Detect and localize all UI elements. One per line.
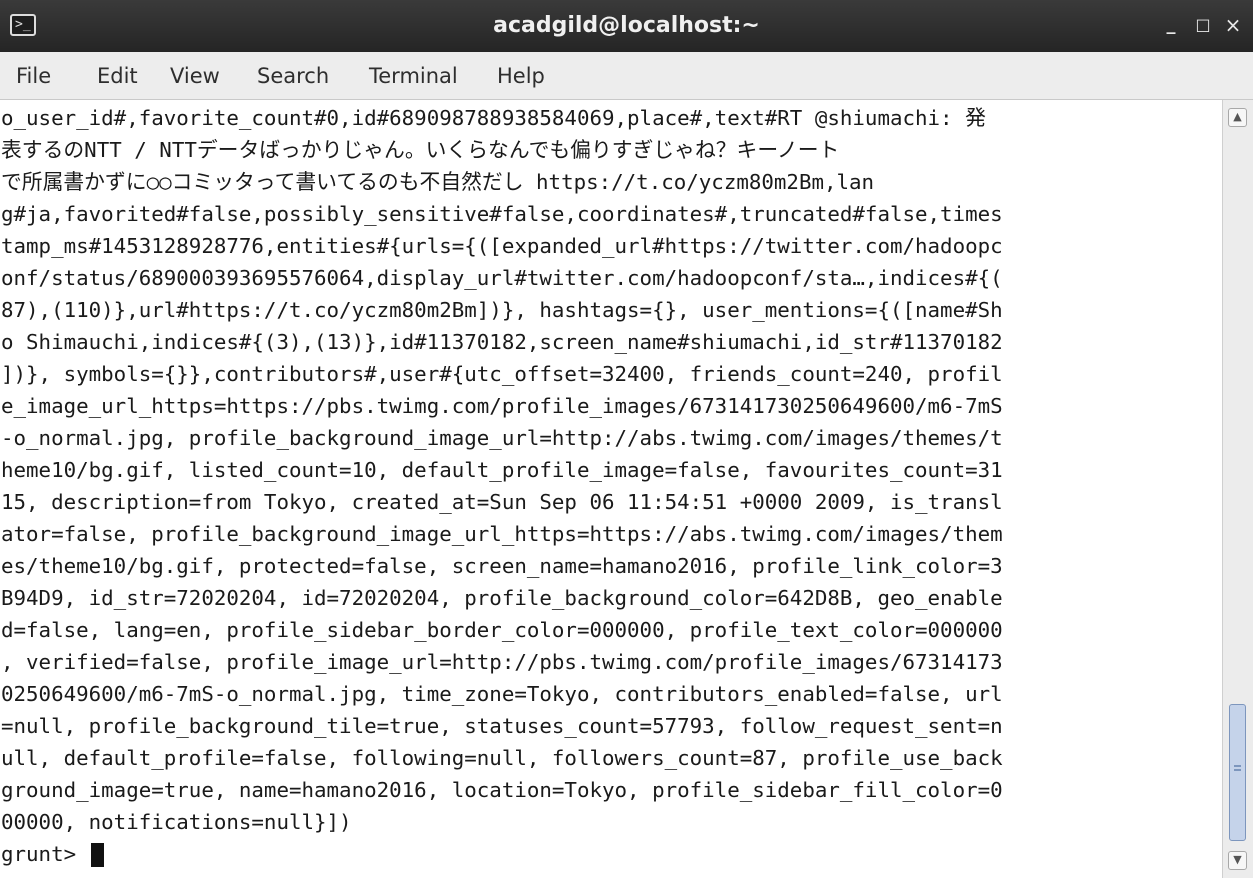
- output-line: ull, default_profile=false, following=nu…: [1, 746, 1003, 770]
- menu-search[interactable]: Search: [257, 52, 329, 100]
- output-line: 0250649600/m6-7mS-o_normal.jpg, time_zon…: [1, 682, 1003, 706]
- output-line: ator=false, profile_background_image_url…: [1, 522, 1003, 546]
- output-line: 15, description=from Tokyo, created_at=S…: [1, 490, 1003, 514]
- output-line: tamp_ms#1453128928776,entities#{urls={([…: [1, 234, 1003, 258]
- terminal-output[interactable]: o_user_id#,favorite_count#0,id#689098788…: [0, 100, 1220, 878]
- chevron-down-icon[interactable]: ▼: [1228, 851, 1247, 870]
- terminal-icon: >_: [10, 14, 36, 36]
- output-line: 表するのNTT / NTTデータばっかりじゃん。いくらなんでも偏りすぎじゃね？キ…: [1, 138, 840, 162]
- output-line: o Shimauchi,indices#{(3),(13)},id#113701…: [1, 330, 1003, 354]
- minimize-button[interactable]: _: [1156, 10, 1186, 40]
- text-cursor: [90, 843, 104, 867]
- output-line: o_user_id#,favorite_count#0,id#689098788…: [1, 106, 986, 130]
- output-line: -o_normal.jpg, profile_background_image_…: [1, 426, 1003, 450]
- output-line: heme10/bg.gif, listed_count=10, default_…: [1, 458, 1003, 482]
- scrollbar-thumb[interactable]: [1229, 704, 1246, 841]
- menu-terminal[interactable]: Terminal: [369, 52, 458, 100]
- output-line: 00000, notifications=null}]): [1, 810, 352, 834]
- vertical-scrollbar[interactable]: ▲ ▼: [1222, 100, 1253, 878]
- output-line: 87),(110)},url#https://t.co/yczm80m2Bm])…: [1, 298, 1003, 322]
- output-line: , verified=false, profile_image_url=http…: [1, 650, 1003, 674]
- menu-help[interactable]: Help: [497, 52, 545, 100]
- output-line: d=false, lang=en, profile_sidebar_border…: [1, 618, 1003, 642]
- close-button[interactable]: ×: [1218, 10, 1248, 40]
- grip-icon: [1234, 765, 1241, 771]
- maximize-button[interactable]: □: [1188, 10, 1218, 40]
- window-title: acadgild@localhost:~: [493, 13, 760, 38]
- output-line: e_image_url_https=https://pbs.twimg.com/…: [1, 394, 1003, 418]
- menu-view[interactable]: View: [170, 52, 220, 100]
- shell-prompt: grunt>: [1, 842, 89, 866]
- menu-edit[interactable]: Edit: [97, 52, 138, 100]
- menu-bar: File Edit View Search Terminal Help: [0, 52, 1253, 100]
- menu-file[interactable]: File: [16, 52, 51, 100]
- output-line: B94D9, id_str=72020204, id=72020204, pro…: [1, 586, 1003, 610]
- prompt-line[interactable]: grunt>: [1, 838, 104, 870]
- output-line: =null, profile_background_tile=true, sta…: [1, 714, 1003, 738]
- output-line: g#ja,favorited#false,possibly_sensitive#…: [1, 202, 1003, 226]
- output-line: で所属書かずに○○コミッタって書いてるのも不自然だし https://t.co/…: [1, 170, 875, 194]
- output-line: es/theme10/bg.gif, protected=false, scre…: [1, 554, 1003, 578]
- output-line: onf/status/689000393695576064,display_ur…: [1, 266, 1003, 290]
- chevron-up-icon[interactable]: ▲: [1228, 108, 1247, 127]
- terminal-window: >_ acadgild@localhost:~ _ □ × File Edit …: [0, 0, 1253, 878]
- output-line: ])}, symbols={}},contributors#,user#{utc…: [1, 362, 1003, 386]
- output-line: ground_image=true, name=hamano2016, loca…: [1, 778, 1003, 802]
- title-bar[interactable]: >_ acadgild@localhost:~ _ □ ×: [0, 0, 1253, 52]
